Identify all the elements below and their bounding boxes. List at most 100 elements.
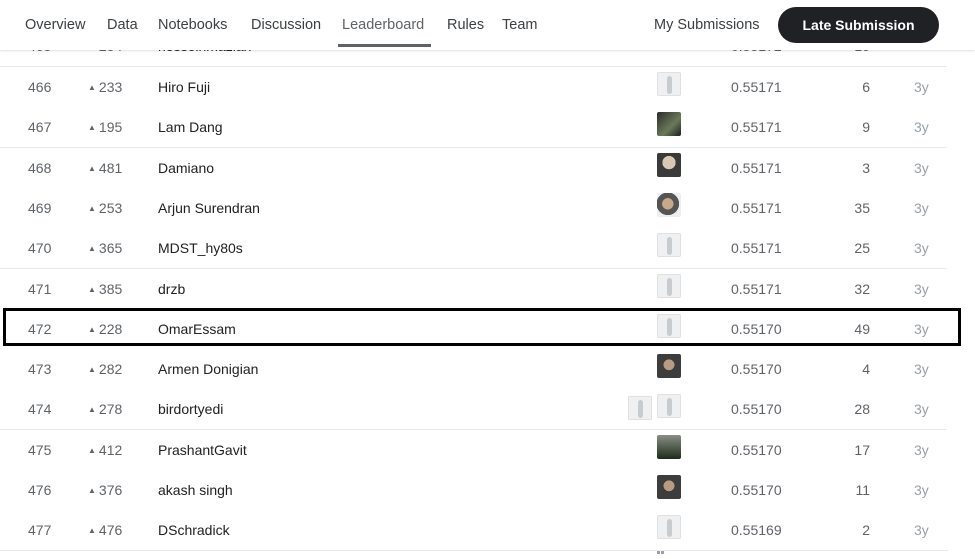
team-member-avatar[interactable] bbox=[657, 313, 681, 338]
entries: 32 bbox=[854, 280, 870, 297]
rank-change-value: 385 bbox=[98, 280, 123, 297]
score: 0.55170 bbox=[731, 320, 782, 337]
submission-dots bbox=[657, 380, 665, 394]
submission-dots bbox=[657, 98, 665, 111]
rank-change: ▲ 412 bbox=[88, 442, 122, 458]
late-submission-button[interactable]: Late Submission bbox=[778, 7, 939, 43]
last-submission: 3y bbox=[914, 159, 929, 176]
team-member-avatar[interactable] bbox=[657, 112, 681, 137]
table-row[interactable]: 467 ▲ 195 Lam Dang 0.55171 9 3y bbox=[0, 107, 948, 152]
table-row[interactable]: 477 ▲ 476 DSchradick 0.55169 2 3y bbox=[0, 510, 948, 555]
scrollbar-track[interactable] bbox=[947, 50, 975, 543]
table-row[interactable]: 473 ▲ 282 Armen Donigian 0.55170 4 3y bbox=[0, 349, 948, 394]
team-name[interactable]: Damiano bbox=[158, 160, 214, 176]
team-member-avatar[interactable] bbox=[657, 515, 681, 540]
team-name[interactable]: OmarEssam bbox=[158, 321, 236, 337]
rank-change-value: 476 bbox=[98, 522, 123, 539]
top-nav: Overview Data Notebooks Discussion Leade… bbox=[0, 0, 975, 50]
last-submission: 3y bbox=[914, 522, 929, 539]
team-member-avatar[interactable] bbox=[657, 354, 681, 379]
score: 0.55170 bbox=[731, 482, 782, 498]
score: 0.55170 bbox=[731, 441, 782, 458]
team-member-avatar[interactable] bbox=[657, 273, 681, 298]
rank-change-value: 195 bbox=[98, 119, 123, 136]
rank-change: ▲ 376 bbox=[88, 482, 122, 498]
rank-change-value: 365 bbox=[98, 240, 123, 257]
score: 0.55171 bbox=[731, 119, 782, 136]
team-member-avatar[interactable] bbox=[657, 394, 681, 419]
rank-change: ▲ 233 bbox=[88, 79, 122, 95]
table-row[interactable]: 474 ▲ 278 birdortyedi 0.55170 28 3y bbox=[0, 389, 948, 436]
rank: 476 bbox=[28, 482, 52, 498]
entries: 25 bbox=[854, 240, 870, 257]
team-name[interactable]: MDST_hy80s bbox=[158, 240, 243, 256]
entries: 17 bbox=[854, 441, 870, 458]
team-name[interactable]: PrashantGavit bbox=[158, 442, 247, 458]
rank: 466 bbox=[28, 79, 52, 95]
team-member-avatar[interactable] bbox=[657, 192, 681, 217]
last-submission: 3y bbox=[914, 482, 929, 498]
score: 0.55171 bbox=[731, 79, 782, 95]
last-submission: 3y bbox=[914, 119, 929, 136]
table-row[interactable]: 472 ▲ 228 OmarEssam 0.55170 49 3y bbox=[0, 308, 948, 353]
table-row[interactable]: 475 ▲ 412 PrashantGavit 0.55170 17 3y bbox=[0, 429, 948, 474]
team-member-avatar[interactable] bbox=[657, 152, 681, 177]
tab-leaderboard[interactable]: Leaderboard bbox=[342, 17, 424, 33]
table-row[interactable]: 468 ▲ 481 Damiano 0.55171 3 3y bbox=[0, 147, 948, 192]
last-submission: 3y bbox=[914, 401, 929, 418]
submission-dots bbox=[657, 340, 665, 353]
entries: 35 bbox=[854, 199, 870, 216]
rank-change-value: 278 bbox=[98, 401, 123, 418]
up-arrow-icon: ▲ bbox=[88, 445, 96, 455]
score: 0.55170 bbox=[731, 361, 782, 378]
team-name[interactable]: birdortyedi bbox=[158, 401, 223, 417]
team-name[interactable]: Arjun Surendran bbox=[158, 200, 260, 216]
up-arrow-icon: ▲ bbox=[88, 163, 96, 173]
tab-team[interactable]: Team bbox=[502, 17, 537, 33]
team-member-avatar[interactable] bbox=[628, 396, 652, 421]
team-name[interactable]: DSchradick bbox=[158, 522, 230, 538]
team-name[interactable]: Armen Donigian bbox=[158, 361, 258, 377]
last-submission: 3y bbox=[914, 320, 929, 337]
table-row[interactable]: 470 ▲ 365 MDST_hy80s 0.55171 25 3y bbox=[0, 228, 948, 273]
score: 0.55169 bbox=[731, 522, 782, 539]
rank: 477 bbox=[28, 522, 52, 539]
team-member-avatar[interactable] bbox=[657, 233, 681, 258]
rank-change: ▲ 385 bbox=[88, 281, 122, 297]
team-member-avatar[interactable] bbox=[657, 72, 681, 96]
team-member-avatar[interactable] bbox=[657, 434, 681, 459]
team-name[interactable]: drzb bbox=[158, 281, 185, 297]
my-submissions-link[interactable]: My Submissions bbox=[654, 17, 760, 33]
entries: 9 bbox=[862, 119, 870, 136]
rank-change-value: 253 bbox=[98, 199, 123, 216]
team-member-avatar[interactable] bbox=[657, 475, 681, 499]
tab-overview[interactable]: Overview bbox=[25, 17, 85, 33]
rank-change: ▲ 195 bbox=[88, 119, 122, 135]
submission-dots bbox=[657, 219, 665, 232]
up-arrow-icon: ▲ bbox=[88, 405, 96, 415]
table-row[interactable]: 466 ▲ 233 Hiro Fuji 0.55171 6 3y bbox=[0, 67, 948, 111]
up-arrow-icon: ▲ bbox=[88, 526, 96, 536]
tab-discussion[interactable]: Discussion bbox=[251, 17, 321, 33]
rank-change: ▲ 282 bbox=[88, 361, 122, 377]
tab-data[interactable]: Data bbox=[107, 17, 138, 33]
up-arrow-icon: ▲ bbox=[88, 83, 96, 92]
table-row[interactable]: 471 ▲ 385 drzb 0.55171 32 3y bbox=[0, 268, 948, 313]
last-submission: 3y bbox=[914, 240, 929, 257]
last-submission: 3y bbox=[914, 280, 929, 297]
tab-rules[interactable]: Rules bbox=[447, 17, 484, 33]
rank: 471 bbox=[28, 280, 52, 297]
active-tab-indicator bbox=[338, 44, 431, 47]
team-name[interactable]: Hiro Fuji bbox=[158, 79, 210, 95]
tab-notebooks[interactable]: Notebooks bbox=[158, 17, 227, 33]
rank: 473 bbox=[28, 361, 52, 378]
team-name[interactable]: Lam Dang bbox=[158, 119, 223, 135]
table-row[interactable]: 469 ▲ 253 Arjun Surendran 0.55171 35 3y bbox=[0, 187, 948, 232]
entries: 11 bbox=[855, 482, 870, 498]
rank: 468 bbox=[28, 159, 52, 176]
last-submission: 3y bbox=[914, 79, 929, 95]
table-row[interactable]: 476 ▲ 376 akash singh 0.55170 11 3y bbox=[0, 470, 948, 514]
score: 0.55171 bbox=[731, 280, 782, 297]
submission-dots bbox=[657, 461, 665, 474]
team-name[interactable]: akash singh bbox=[158, 482, 233, 498]
